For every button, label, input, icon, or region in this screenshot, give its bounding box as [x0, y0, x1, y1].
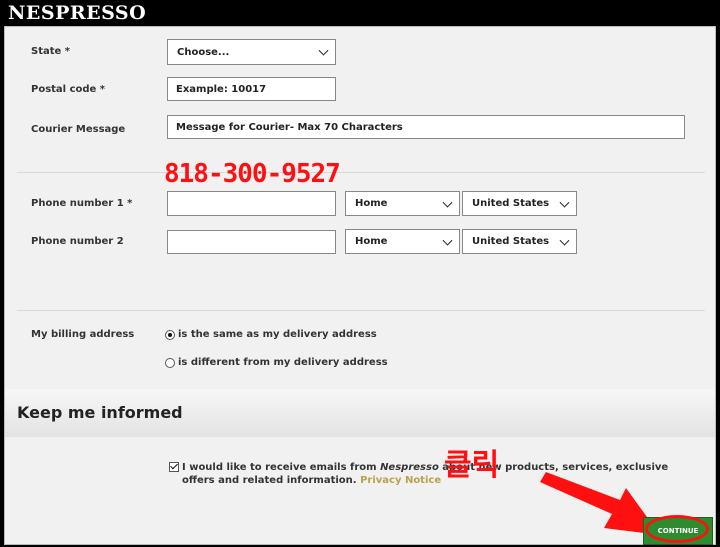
continue-highlight-ring [645, 515, 709, 543]
red-arrow-icon [540, 472, 660, 535]
